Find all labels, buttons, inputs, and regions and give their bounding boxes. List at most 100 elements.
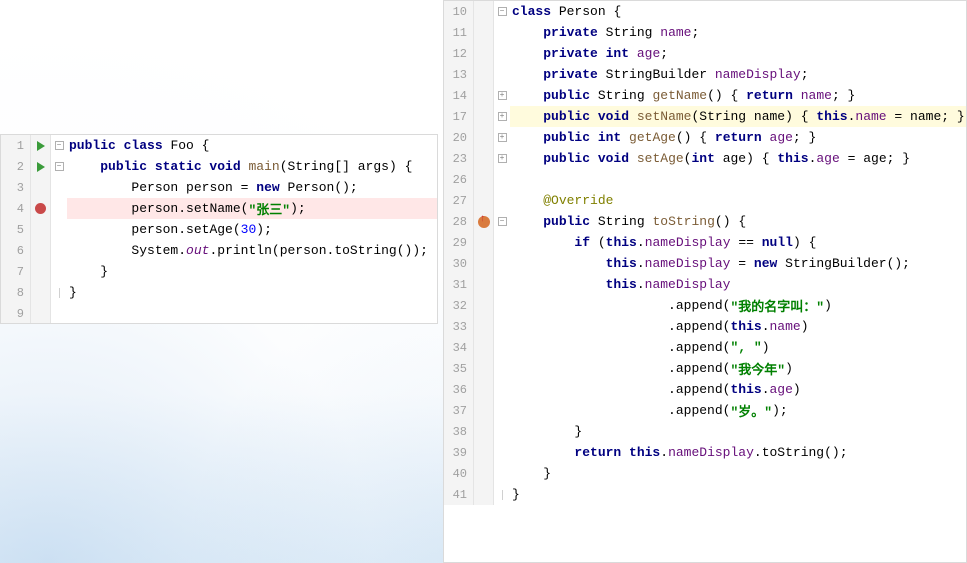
code-text[interactable]: person.setName("张三"); (67, 198, 437, 219)
code-line[interactable]: 41} (444, 484, 966, 505)
code-line[interactable]: 5 person.setAge(30); (1, 219, 437, 240)
code-text[interactable]: .append(this.name) (510, 316, 966, 337)
fold-expand-icon[interactable]: + (498, 112, 507, 121)
fold-gutter[interactable]: − (51, 135, 67, 156)
code-text[interactable]: private String name; (510, 22, 966, 43)
code-line[interactable]: 34 .append(", ") (444, 337, 966, 358)
code-line[interactable]: 10 −class Person { (444, 1, 966, 22)
code-text[interactable]: } (510, 463, 966, 484)
code-line[interactable]: 11 private String name; (444, 22, 966, 43)
code-line[interactable]: 7 } (1, 261, 437, 282)
code-line[interactable]: 6 System.out.println(person.toString()); (1, 240, 437, 261)
code-text[interactable]: public class Foo { (67, 135, 437, 156)
fold-collapse-icon[interactable]: − (498, 217, 507, 226)
override-icon[interactable] (478, 216, 490, 228)
code-text[interactable]: private int age; (510, 43, 966, 64)
code-line[interactable]: 8} (1, 282, 437, 303)
code-line[interactable]: 27 @Override (444, 190, 966, 211)
code-line[interactable]: 36 .append(this.age) (444, 379, 966, 400)
fold-gutter[interactable]: + (494, 85, 510, 106)
code-text[interactable]: } (67, 282, 437, 303)
fold-gutter (51, 240, 67, 261)
code-line[interactable]: 35 .append("我今年") (444, 358, 966, 379)
fold-expand-icon[interactable]: + (498, 91, 507, 100)
fold-gutter[interactable] (51, 282, 67, 303)
code-text[interactable]: .append(", ") (510, 337, 966, 358)
code-text[interactable]: person.setAge(30); (67, 219, 437, 240)
code-line[interactable]: 26 (444, 169, 966, 190)
code-text[interactable]: class Person { (510, 1, 966, 22)
code-text[interactable]: public String getName() { return name; } (510, 85, 966, 106)
code-text[interactable]: .append("我今年") (510, 358, 966, 379)
fold-gutter[interactable]: + (494, 127, 510, 148)
fold-expand-icon[interactable]: + (498, 133, 507, 142)
code-line[interactable]: 28− public String toString() { (444, 211, 966, 232)
run-icon[interactable] (37, 141, 45, 151)
code-text[interactable]: this.nameDisplay = new StringBuilder(); (510, 253, 966, 274)
code-text[interactable]: return this.nameDisplay.toString(); (510, 442, 966, 463)
code-lines-left[interactable]: 1−public class Foo {2− public static voi… (1, 135, 437, 323)
code-line[interactable]: 32 .append("我的名字叫：") (444, 295, 966, 316)
code-text[interactable]: .append("我的名字叫：") (510, 295, 966, 316)
code-line[interactable]: 12 private int age; (444, 43, 966, 64)
code-text[interactable] (510, 169, 966, 190)
code-line[interactable]: 38 } (444, 421, 966, 442)
code-line[interactable]: 17+ public void setName(String name) { t… (444, 106, 966, 127)
run-icon[interactable] (37, 162, 45, 172)
code-line[interactable]: 20+ public int getAge() { return age; } (444, 127, 966, 148)
code-text[interactable]: } (67, 261, 437, 282)
code-line[interactable]: 1−public class Foo { (1, 135, 437, 156)
breakpoint-icon[interactable] (35, 203, 46, 214)
gutter-status[interactable] (31, 198, 51, 219)
code-line[interactable]: 31 this.nameDisplay (444, 274, 966, 295)
code-line[interactable]: 23+ public void setAge(int age) { this.a… (444, 148, 966, 169)
fold-gutter[interactable]: + (494, 148, 510, 169)
line-number: 10 (444, 1, 474, 22)
code-line[interactable]: 2− public static void main(String[] args… (1, 156, 437, 177)
token-punc: ) (793, 235, 801, 250)
code-line[interactable]: 14+ public String getName() { return nam… (444, 85, 966, 106)
code-line[interactable]: 37 .append("岁。"); (444, 400, 966, 421)
code-line[interactable]: 29 if (this.nameDisplay == null) { (444, 232, 966, 253)
code-text[interactable]: public void setName(String name) { this.… (510, 106, 966, 127)
code-text[interactable]: } (510, 421, 966, 442)
code-line[interactable]: 4 person.setName("张三"); (1, 198, 437, 219)
code-text[interactable]: @Override (510, 190, 966, 211)
code-text[interactable]: System.out.println(person.toString()); (67, 240, 437, 261)
fold-gutter[interactable]: + (494, 106, 510, 127)
gutter-status[interactable] (474, 211, 494, 232)
code-text[interactable]: private StringBuilder nameDisplay; (510, 64, 966, 85)
code-text[interactable]: Person person = new Person(); (67, 177, 437, 198)
code-text[interactable]: if (this.nameDisplay == null) { (510, 232, 966, 253)
fold-gutter[interactable]: − (494, 1, 510, 22)
code-text[interactable] (67, 303, 437, 323)
code-lines-right[interactable]: 10−class Person {11 private String name;… (444, 1, 966, 562)
gutter-status[interactable] (31, 156, 51, 177)
code-line[interactable]: 40 } (444, 463, 966, 484)
code-text[interactable]: public String toString() { (510, 211, 966, 232)
code-text[interactable]: .append("岁。"); (510, 400, 966, 421)
code-line[interactable]: 39 return this.nameDisplay.toString(); (444, 442, 966, 463)
fold-collapse-icon[interactable]: − (55, 162, 64, 171)
code-text[interactable]: } (510, 484, 966, 505)
editor-pane-right[interactable]: 10−class Person {11 private String name;… (443, 0, 967, 563)
code-line[interactable]: 9 (1, 303, 437, 323)
fold-collapse-icon[interactable]: − (55, 141, 64, 150)
code-line[interactable]: 30 this.nameDisplay = new StringBuilder(… (444, 253, 966, 274)
code-text[interactable]: .append(this.age) (510, 379, 966, 400)
fold-expand-icon[interactable]: + (498, 154, 507, 163)
fold-gutter[interactable]: − (51, 156, 67, 177)
code-text[interactable]: public static void main(String[] args) { (67, 156, 437, 177)
fold-collapse-icon[interactable]: − (498, 7, 507, 16)
code-text[interactable]: this.nameDisplay (510, 274, 966, 295)
code-line[interactable]: 33 .append(this.name) (444, 316, 966, 337)
code-text[interactable]: public void setAge(int age) { this.age =… (510, 148, 966, 169)
token-punc: ( (684, 151, 692, 166)
fold-gutter[interactable] (494, 484, 510, 505)
fold-gutter[interactable]: − (494, 211, 510, 232)
gutter-status[interactable] (31, 135, 51, 156)
code-text[interactable]: public int getAge() { return age; } (510, 127, 966, 148)
code-line[interactable]: 3 Person person = new Person(); (1, 177, 437, 198)
editor-pane-left[interactable]: 1−public class Foo {2− public static voi… (0, 134, 438, 324)
code-line[interactable]: 13 private StringBuilder nameDisplay; (444, 64, 966, 85)
